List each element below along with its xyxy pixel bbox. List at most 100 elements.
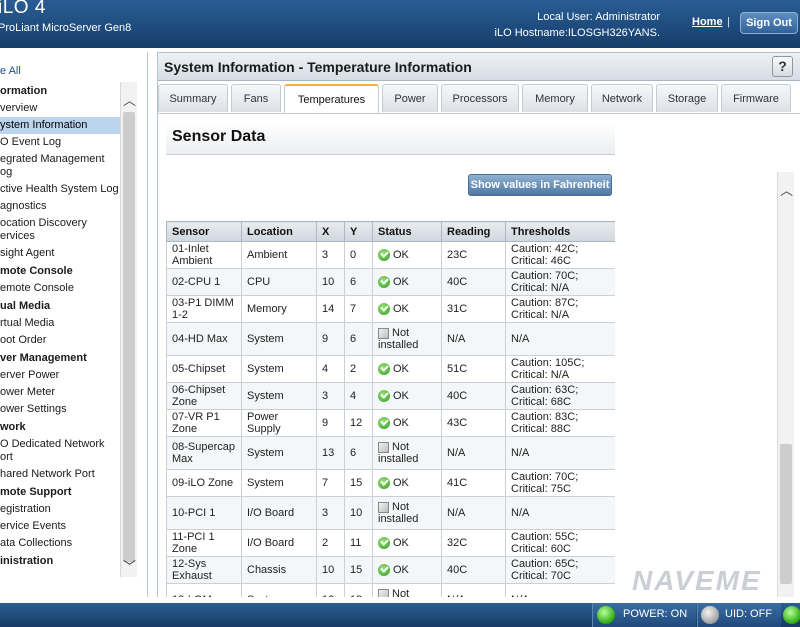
column-header-location[interactable]: Location	[241, 221, 317, 242]
power-status[interactable]: POWER: ON	[592, 603, 696, 627]
local-user-label: Local User: Administrator	[537, 11, 660, 23]
tab-temperatures[interactable]: Temperatures	[284, 84, 379, 114]
cell-sensor: 03-P1 DIMM 1-2	[166, 295, 242, 323]
ok-status-icon	[378, 417, 390, 430]
column-header-reading[interactable]: Reading	[441, 221, 506, 242]
column-header-x[interactable]: X	[316, 221, 345, 242]
cell-y: 13	[344, 583, 373, 597]
nav-category-remote-console[interactable]: mote Console	[0, 263, 122, 280]
nav-item-data-collections[interactable]: ata Collections	[0, 535, 122, 552]
tab-fans[interactable]: Fans	[231, 84, 281, 112]
nav-item-integrated-management-log[interactable]: egrated Management og	[0, 151, 122, 181]
content-scrollbar[interactable]: ︿	[777, 172, 794, 597]
cell-sensor: 11-PCI 1 Zone	[166, 529, 242, 557]
cell-thresholds: Caution: 70C; Critical: 75C	[505, 469, 615, 497]
uid-led-icon[interactable]	[701, 606, 719, 624]
nav-item-insight-agent[interactable]: sight Agent	[0, 245, 122, 262]
help-icon[interactable]: ?	[772, 56, 793, 77]
cell-sensor: 13-LOM	[166, 583, 242, 597]
column-header-status[interactable]: Status	[372, 221, 442, 242]
cell-status: OK	[372, 529, 442, 557]
cell-reading: 51C	[441, 355, 506, 383]
nav-category-virtual-media[interactable]: ual Media	[0, 298, 122, 315]
nav-category-administration[interactable]: inistration	[0, 553, 122, 570]
nav-item-overview[interactable]: verview	[0, 100, 122, 117]
nav-category-network[interactable]: work	[0, 419, 122, 436]
cell-sensor: 01-Inlet Ambient	[166, 241, 242, 269]
cell-status: OK	[372, 556, 442, 584]
nav-item-active-health-log[interactable]: ctive Health System Log	[0, 181, 122, 198]
cell-x: 10	[316, 556, 345, 584]
cell-location: I/O Board	[241, 496, 317, 530]
status-text: OK	[393, 563, 409, 576]
nav-category-power-management[interactable]: ver Management	[0, 350, 122, 367]
expand-all-link[interactable]: e All	[0, 65, 21, 77]
tab-processors[interactable]: Processors	[441, 84, 519, 112]
nav-item-location-discovery[interactable]: ocation Discovery ervices	[0, 215, 122, 245]
cell-sensor: 12-Sys Exhaust	[166, 556, 242, 584]
column-header-sensor[interactable]: Sensor	[166, 221, 242, 242]
tab-storage[interactable]: Storage	[656, 84, 718, 112]
cell-reading: N/A	[441, 436, 506, 470]
column-header-y[interactable]: Y	[344, 221, 373, 242]
table-row: 10-PCI 1 I/O Board 3 10 Not installed N/A N/A	[166, 496, 615, 530]
cell-status: OK	[372, 241, 442, 269]
cell-x: 9	[316, 322, 345, 356]
tab-memory[interactable]: Memory	[522, 84, 588, 112]
sidebar-scroll-thumb[interactable]	[123, 112, 135, 562]
header-separator: |	[727, 16, 730, 28]
sign-out-button[interactable]: Sign Out	[740, 12, 798, 34]
nav-category-remote-support[interactable]: mote Support	[0, 484, 122, 501]
cell-status: OK	[372, 295, 442, 323]
nav-item-power-settings[interactable]: ower Settings	[0, 401, 122, 418]
cell-x: 2	[316, 529, 345, 557]
home-link[interactable]: Home	[692, 16, 723, 28]
nav-item-remote-console[interactable]: emote Console	[0, 280, 122, 297]
nav-item-diagnostics[interactable]: agnostics	[0, 198, 122, 215]
cell-reading: N/A	[441, 322, 506, 356]
chevron-up-icon[interactable]: ︿	[778, 180, 795, 198]
column-header-thresholds[interactable]: Thresholds	[505, 221, 615, 242]
nav-item-registration[interactable]: egistration	[0, 501, 122, 518]
health-icon[interactable]	[783, 606, 800, 624]
nav-item-dedicated-network-port[interactable]: O Dedicated Network ort	[0, 436, 122, 466]
nav-item-server-power[interactable]: erver Power	[0, 367, 122, 384]
sidebar-scrollbar[interactable]: ︿ ﹀	[120, 82, 137, 577]
tab-power[interactable]: Power	[382, 84, 438, 112]
cell-y: 15	[344, 469, 373, 497]
nav-item-shared-network-port[interactable]: hared Network Port	[0, 466, 122, 483]
cell-sensor: 08-Supercap Max	[166, 436, 242, 470]
app-title: iLO 4	[0, 0, 46, 18]
nav-item-boot-order[interactable]: oot Order	[0, 332, 122, 349]
nav-item-power-meter[interactable]: ower Meter	[0, 384, 122, 401]
tab-network[interactable]: Network	[591, 84, 653, 112]
show-fahrenheit-button[interactable]: Show values in Fahrenheit	[468, 174, 612, 196]
cell-thresholds: Caution: 42C; Critical: 46C	[505, 241, 615, 269]
cell-location: Ambient	[241, 241, 317, 269]
ok-status-icon	[378, 477, 390, 490]
ok-status-icon	[378, 537, 390, 550]
cell-thresholds: N/A	[505, 436, 615, 470]
nav-category-information[interactable]: ormation	[0, 83, 122, 100]
nav-item-virtual-media[interactable]: rtual Media	[0, 315, 122, 332]
nav-item-system-information[interactable]: ystem Information	[0, 117, 122, 134]
tab-summary[interactable]: Summary	[158, 84, 228, 112]
chevron-down-icon[interactable]: ﹀	[121, 556, 138, 574]
cell-y: 6	[344, 436, 373, 470]
tab-firmware[interactable]: Firmware	[721, 84, 791, 112]
cell-reading: 40C	[441, 556, 506, 584]
nav-tree: ormation verview ystem Information O Eve…	[0, 82, 122, 570]
ok-status-icon	[378, 303, 390, 316]
nav-item-service-events[interactable]: ervice Events	[0, 518, 122, 535]
cell-thresholds: Caution: 65C; Critical: 70C	[505, 556, 615, 584]
nav-item-ilo-event-log[interactable]: O Event Log	[0, 134, 122, 151]
sensor-table-body: 01-Inlet Ambient Ambient 3 0 OK 23C Caution: 4…	[166, 241, 615, 597]
cell-location: System	[241, 469, 317, 497]
table-row: 01-Inlet Ambient Ambient 3 0 OK 23C Caution: 4…	[166, 241, 615, 269]
ok-status-icon	[378, 564, 390, 577]
cell-location: System	[241, 436, 317, 470]
uid-status[interactable]: UID: OFF	[697, 603, 781, 627]
chevron-up-icon[interactable]: ︿	[121, 90, 138, 108]
table-row: 06-Chipset Zone System 3 4 OK 40C Caution: 63C…	[166, 382, 615, 410]
power-status-label: POWER: ON	[623, 608, 688, 620]
